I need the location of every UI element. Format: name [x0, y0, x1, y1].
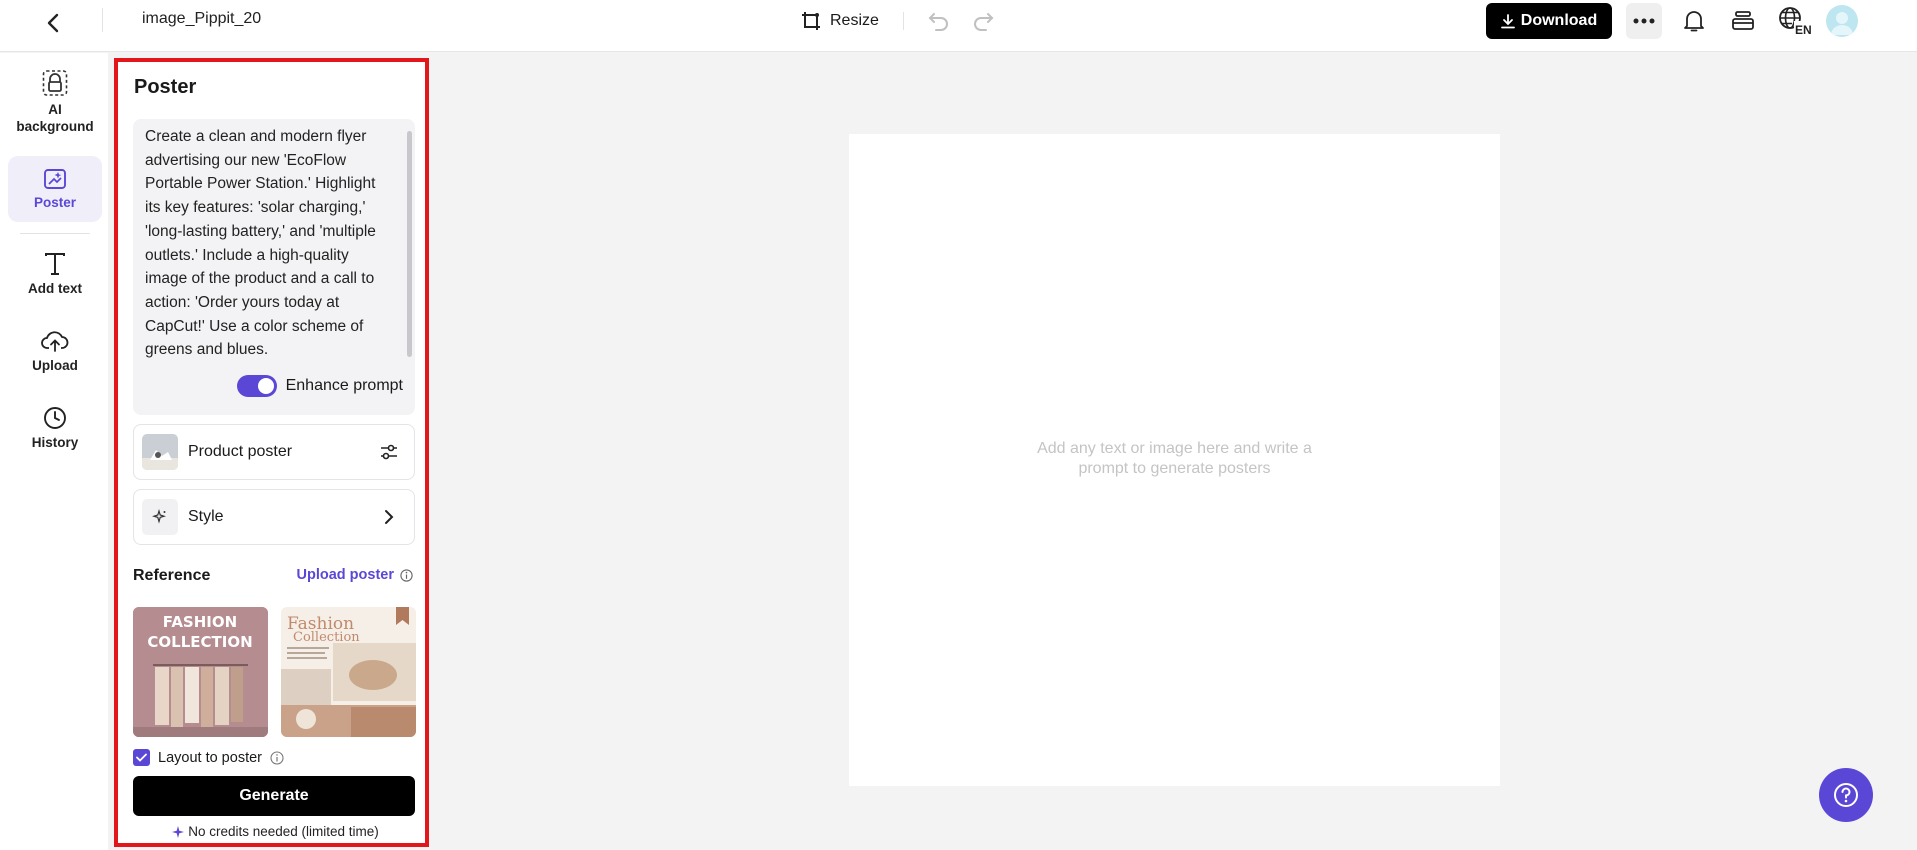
- reference-poster-fashion-collection[interactable]: FASHION COLLECTION: [133, 607, 268, 737]
- prompt-scrollbar[interactable]: [407, 131, 412, 357]
- style-selector[interactable]: Style: [133, 489, 415, 545]
- chevron-left-icon: [47, 13, 59, 33]
- divider: [903, 12, 904, 30]
- reference-poster-fashion-collection-2[interactable]: Fashion Collection: [281, 607, 416, 737]
- layout-to-poster-option[interactable]: Layout to poster: [133, 749, 284, 766]
- file-name[interactable]: image_Pippit_20: [142, 10, 261, 28]
- rail-item-history[interactable]: History: [8, 406, 102, 462]
- upload-poster-label: Upload poster: [296, 567, 394, 583]
- ai-background-icon: [42, 70, 68, 96]
- prompt-text[interactable]: Create a clean and modern flyer advertis…: [145, 125, 403, 362]
- lang-label: EN: [1795, 23, 1812, 36]
- rail-divider: [20, 233, 90, 234]
- rail-label: AI background: [16, 102, 94, 134]
- enhance-prompt-label: Enhance prompt: [285, 377, 403, 394]
- resize-icon: [802, 12, 820, 30]
- product-poster-thumbnail: [142, 434, 178, 470]
- download-label: Download: [1520, 12, 1598, 29]
- rail-item-upload[interactable]: Upload: [8, 329, 102, 385]
- sparkle-icon: [172, 825, 185, 838]
- resize-button[interactable]: Resize: [800, 6, 879, 36]
- settings-sliders-icon[interactable]: [378, 441, 400, 463]
- notifications-button[interactable]: [1679, 6, 1709, 36]
- info-icon: [400, 568, 413, 582]
- rail-label: Add text: [28, 281, 82, 296]
- rail-label: Poster: [33, 194, 77, 210]
- help-button[interactable]: [1819, 768, 1873, 822]
- rail-item-add-text[interactable]: Add text: [8, 252, 102, 308]
- canvas-hint-line: prompt to generate posters: [1078, 460, 1271, 477]
- enhance-prompt-control[interactable]: Enhance prompt: [236, 375, 403, 397]
- user-avatar-icon: [1831, 12, 1853, 35]
- canvas-hint-line: Add any text or image here and write a: [1037, 440, 1312, 457]
- divider: [102, 8, 103, 32]
- credits-note: No credits needed (limited time): [118, 824, 433, 839]
- layout-to-poster-checkbox[interactable]: [133, 749, 150, 766]
- rail-item-poster[interactable]: Poster: [8, 156, 102, 222]
- globe-icon: EN: [1779, 7, 1814, 36]
- rail-label: Upload: [32, 358, 78, 373]
- upload-icon: [41, 331, 69, 352]
- reference-poster-image: FASHION COLLECTION: [133, 607, 268, 737]
- bell-icon: [1684, 11, 1704, 32]
- poster-panel: Poster Create a clean and modern flyer a…: [114, 58, 429, 847]
- language-button[interactable]: EN: [1778, 5, 1814, 37]
- projects-button[interactable]: [1728, 6, 1758, 36]
- layout-to-poster-label: Layout to poster: [158, 749, 262, 766]
- undo-icon: [928, 13, 948, 31]
- redo-button[interactable]: [970, 8, 996, 34]
- prompt-input[interactable]: Create a clean and modern flyer advertis…: [133, 119, 415, 415]
- undo-button[interactable]: [926, 8, 952, 34]
- reference-title: Reference: [133, 567, 211, 584]
- poster-icon: [44, 168, 66, 189]
- panel-title: Poster: [134, 76, 197, 98]
- canvas-hint: Add any text or image here and write a p…: [849, 439, 1500, 479]
- svg-text:Collection: Collection: [293, 630, 360, 645]
- checkmark-icon: [136, 753, 147, 762]
- redo-icon: [974, 13, 994, 31]
- download-button[interactable]: Download: [1486, 3, 1612, 39]
- layers-icon: [1732, 11, 1754, 30]
- style-label: Style: [188, 508, 224, 525]
- more-options-button[interactable]: [1626, 3, 1662, 39]
- question-mark-icon: [1834, 783, 1858, 807]
- chevron-right-icon: [378, 506, 400, 528]
- style-thumbnail: [142, 499, 178, 535]
- info-icon[interactable]: [270, 750, 284, 765]
- top-bar: image_Pippit_20 Resize Download EN: [0, 0, 1917, 52]
- more-dots-icon: [1633, 18, 1655, 24]
- avatar[interactable]: [1826, 5, 1858, 37]
- reference-poster-image: Fashion Collection: [281, 607, 416, 737]
- enhance-prompt-toggle[interactable]: [236, 375, 277, 397]
- rail-item-ai-background[interactable]: AI background: [8, 69, 102, 141]
- generate-label: Generate: [239, 787, 309, 804]
- text-icon: [45, 253, 65, 275]
- generate-button[interactable]: Generate: [133, 776, 415, 816]
- product-poster-selector[interactable]: Product poster: [133, 424, 415, 480]
- download-icon: [1500, 13, 1515, 28]
- product-poster-label: Product poster: [188, 443, 293, 460]
- svg-text:COLLECTION: COLLECTION: [147, 633, 252, 651]
- rail-label: History: [31, 435, 79, 450]
- back-button[interactable]: [38, 8, 68, 38]
- resize-label: Resize: [830, 12, 879, 29]
- poster-canvas[interactable]: Add any text or image here and write a p…: [849, 134, 1500, 786]
- credits-label: No credits needed (limited time): [188, 824, 379, 839]
- sparkle-icon: [152, 509, 166, 524]
- tool-rail: AI background Poster Add text Upload His…: [0, 53, 108, 850]
- history-icon: [44, 407, 66, 429]
- upload-poster-link[interactable]: Upload poster: [297, 567, 413, 583]
- svg-text:FASHION: FASHION: [163, 613, 237, 631]
